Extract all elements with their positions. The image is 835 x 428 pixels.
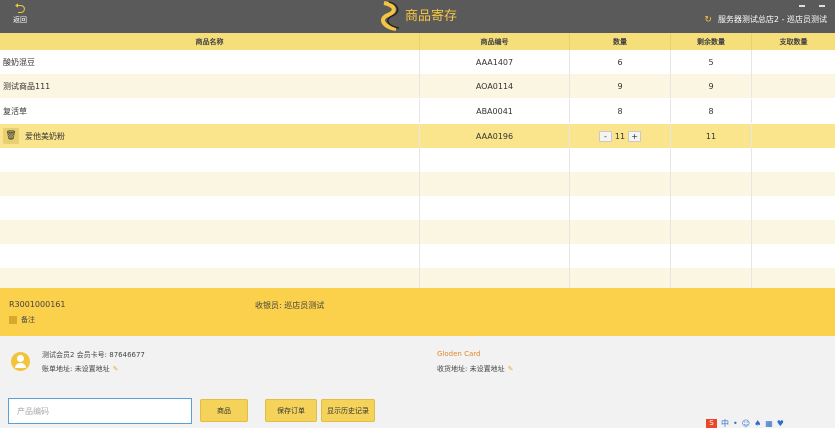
empty-row	[0, 148, 835, 172]
cell-name: 爱他美奶粉	[25, 131, 65, 141]
cell-take[interactable]	[752, 99, 835, 123]
decrement-button[interactable]: -	[598, 130, 612, 142]
system-tray: S 中 • ☺ ♠ ▦ ♥	[702, 419, 835, 428]
stepper-value: 11	[614, 131, 626, 141]
cell-take[interactable]	[752, 74, 835, 98]
empty-row	[0, 268, 835, 288]
cell-code: AAA1407	[420, 50, 570, 74]
pencil-icon[interactable]: ✎	[113, 365, 119, 373]
member-info: 测试会员2 会员卡号: 87646677	[42, 351, 145, 359]
cell-remain: 9	[671, 74, 752, 98]
back-label: 返回	[13, 16, 27, 24]
cashier-label: 收银员: 巡店员测试	[255, 301, 325, 310]
bill-address-text: 账单地址: 未设置地址	[42, 365, 110, 373]
cell-name: 复活草	[0, 99, 420, 123]
table-header: 商品名称 商品编号 数量 剩余数量 支取数量	[0, 33, 835, 50]
store-name: 服务器测试总店2 - 巡店员测试	[717, 15, 827, 24]
bill-address[interactable]: 账单地址: 未设置地址 ✎	[42, 364, 118, 374]
logo-icon	[381, 1, 400, 31]
quantity-stepper: - 11 +	[570, 124, 671, 148]
settings-icon[interactable]: ♥	[777, 419, 784, 428]
cell-name: 酸奶混豆	[0, 50, 420, 74]
empty-row	[0, 244, 835, 268]
table-row[interactable]: 酸奶混豆 AAA1407 6 5	[0, 50, 835, 74]
col-header-qty: 数量	[570, 33, 671, 50]
keyboard-icon[interactable]: ▦	[765, 419, 773, 428]
ship-address-text: 收货地址: 未设置地址	[437, 365, 505, 373]
cell-take[interactable]	[752, 124, 835, 148]
note-icon	[9, 316, 17, 324]
store-info[interactable]: ↻ 服务器测试总店2 - 巡店员测试	[704, 14, 827, 25]
cell-remain: 11	[671, 124, 752, 148]
increment-button[interactable]: +	[628, 130, 642, 142]
table-row[interactable]: 复活草 ABA0041 8 8	[0, 99, 835, 123]
product-button[interactable]: 商品	[200, 399, 248, 422]
product-table: 商品名称 商品编号 数量 剩余数量 支取数量 酸奶混豆 AAA1407 6 5 …	[0, 33, 835, 288]
top-bar: ⮌ 返回 商品寄存 ↻ 服务器测试总店2 - 巡店员测试	[0, 0, 835, 33]
back-button[interactable]: ⮌ 返回	[8, 2, 32, 25]
col-header-remain: 剩余数量	[671, 33, 752, 50]
mic-icon[interactable]: ♠	[754, 419, 761, 428]
empty-row	[0, 172, 835, 196]
table-row[interactable]: 测试商品111 AOA0114 9 9	[0, 74, 835, 98]
cell-remain: 8	[671, 99, 752, 123]
order-info-bar: R3001000161 收银员: 巡店员测试 备注	[0, 288, 835, 336]
cell-code: AOA0114	[420, 74, 570, 98]
col-header-name: 商品名称	[0, 33, 420, 50]
ship-address[interactable]: 收货地址: 未设置地址 ✎	[437, 364, 513, 374]
empty-row	[0, 220, 835, 244]
show-history-button[interactable]: 显示历史记录	[321, 399, 375, 422]
member-card-level: Gloden Card	[437, 350, 481, 358]
cell-qty: 6	[570, 50, 671, 74]
cell-name-wrap: 🗑 爱他美奶粉	[0, 124, 420, 148]
pencil-icon[interactable]: ✎	[508, 365, 514, 373]
save-order-button[interactable]: 保存订单	[265, 399, 317, 422]
cell-qty: 8	[570, 99, 671, 123]
note-button[interactable]: 备注	[9, 315, 35, 325]
cell-name: 测试商品111	[0, 74, 420, 98]
empty-row	[0, 196, 835, 220]
col-header-take: 支取数量	[779, 37, 808, 46]
note-label: 备注	[21, 316, 35, 324]
cell-take[interactable]	[752, 50, 835, 74]
header-window-controls	[785, 0, 825, 7]
cell-code: AAA0196	[420, 124, 570, 148]
product-code-input[interactable]	[8, 398, 192, 424]
sync-icon: ↻	[704, 15, 712, 25]
punct-icon[interactable]: •	[733, 419, 738, 428]
col-header-code: 商品编号	[420, 33, 570, 50]
avatar-icon[interactable]	[11, 352, 30, 371]
cell-qty: 9	[570, 74, 671, 98]
cell-code: ABA0041	[420, 99, 570, 123]
ime-icon[interactable]: S	[706, 419, 717, 428]
back-arrow-icon: ⮌	[14, 1, 26, 17]
cell-remain: 5	[671, 50, 752, 74]
ime-lang[interactable]: 中	[721, 418, 729, 428]
order-number: R3001000161	[9, 300, 66, 309]
trash-icon[interactable]: 🗑	[3, 128, 19, 144]
emoji-icon[interactable]: ☺	[742, 419, 750, 428]
table-row-selected[interactable]: 🗑 爱他美奶粉 AAA0196 - 11 + 11	[0, 124, 835, 148]
member-panel: 测试会员2 会员卡号: 87646677 账单地址: 未设置地址 ✎ Gloden…	[0, 336, 835, 428]
page-title: 商品寄存	[405, 9, 458, 24]
